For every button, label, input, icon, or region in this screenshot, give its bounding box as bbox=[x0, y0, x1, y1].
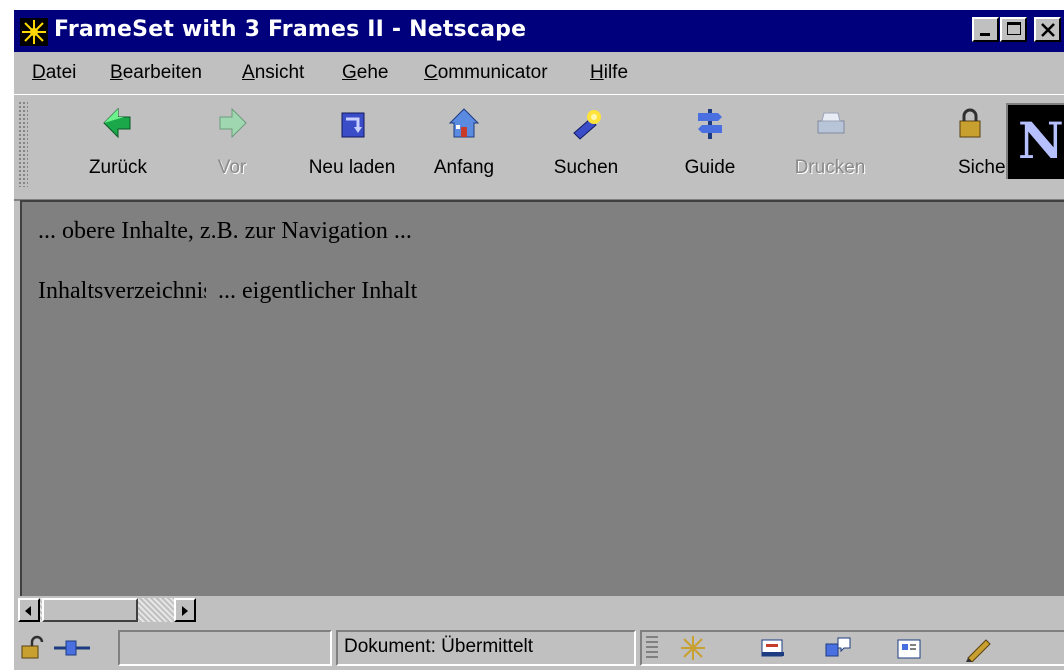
status-bar: Dokument: Übermittelt bbox=[14, 624, 1064, 670]
status-text: Dokument: Übermittelt bbox=[344, 636, 534, 657]
left-frame-text: Inhaltsverzeichnis bbox=[38, 278, 206, 304]
arrow-left-icon bbox=[25, 606, 31, 616]
minimize-icon bbox=[980, 33, 990, 36]
back-arrow-icon bbox=[103, 107, 131, 139]
left-frame-horizontal-scrollbar[interactable] bbox=[18, 598, 196, 622]
security-button[interactable]: Siche bbox=[900, 99, 1010, 191]
security-label: Siche bbox=[958, 157, 1006, 178]
composer-icon[interactable] bbox=[964, 634, 994, 662]
maximize-button[interactable] bbox=[1000, 17, 1027, 42]
navigation-toolbar: Zurück Vor Neu laden Anfang Suchen Guide… bbox=[14, 94, 1064, 201]
guide-button[interactable]: Guide bbox=[660, 99, 760, 191]
forward-arrow-icon bbox=[219, 107, 247, 139]
search-label: Suchen bbox=[553, 157, 619, 178]
maximize-icon bbox=[1007, 22, 1021, 35]
browser-window: FrameSet with 3 Frames II - Netscape Dat… bbox=[14, 10, 1064, 670]
menu-ansicht[interactable]: Ansicht bbox=[242, 62, 304, 84]
printer-icon bbox=[817, 112, 845, 134]
scroll-right-button[interactable] bbox=[174, 598, 196, 622]
forward-button[interactable]: Vor bbox=[182, 99, 282, 191]
address-book-icon[interactable] bbox=[894, 634, 924, 662]
netscape-app-icon[interactable] bbox=[20, 18, 48, 46]
scrollbar-thumb[interactable] bbox=[42, 598, 138, 622]
menu-communicator[interactable]: Communicator bbox=[424, 62, 548, 84]
guide-label: Guide bbox=[684, 157, 736, 178]
print-button[interactable]: Drucken bbox=[780, 99, 880, 191]
menu-datei[interactable]: Datei bbox=[32, 62, 76, 84]
top-frame-text: ... obere Inhalte, z.B. zur Navigation .… bbox=[38, 218, 412, 244]
security-padlock-icon[interactable] bbox=[18, 634, 48, 662]
window-title: FrameSet with 3 Frames II - Netscape bbox=[54, 17, 527, 42]
home-icon bbox=[448, 108, 480, 138]
search-button[interactable]: Suchen bbox=[536, 99, 636, 191]
arrow-right-icon bbox=[182, 606, 188, 616]
title-bar[interactable]: FrameSet with 3 Frames II - Netscape bbox=[14, 10, 1064, 52]
navigator-icon[interactable] bbox=[678, 634, 708, 662]
frameset-content: ... obere Inhalte, z.B. zur Navigation .… bbox=[20, 200, 1064, 596]
reload-icon bbox=[341, 112, 365, 138]
toolbar-grip-handle[interactable] bbox=[18, 101, 28, 187]
menu-gehe[interactable]: Gehe bbox=[342, 62, 388, 84]
scroll-left-button[interactable] bbox=[18, 598, 40, 622]
print-label: Drucken bbox=[794, 157, 866, 178]
netscape-logo[interactable]: N bbox=[1006, 103, 1064, 179]
minimize-button[interactable] bbox=[972, 17, 999, 42]
padlock-icon bbox=[959, 108, 981, 138]
signpost-icon bbox=[698, 109, 722, 139]
reload-label: Neu laden bbox=[308, 157, 396, 178]
mail-inbox-icon[interactable] bbox=[758, 634, 788, 662]
component-bar-grip[interactable] bbox=[646, 636, 658, 660]
menu-bar: Datei Bearbeiten Ansicht Gehe Communicat… bbox=[14, 56, 1064, 92]
connection-plug-icon[interactable] bbox=[52, 634, 92, 662]
main-frame-text: ... eigentlicher Inhalt bbox=[218, 278, 418, 304]
home-button[interactable]: Anfang bbox=[414, 99, 514, 191]
progress-panel bbox=[118, 630, 332, 666]
close-icon bbox=[1041, 23, 1055, 37]
menu-bearbeiten[interactable]: Bearbeiten bbox=[110, 62, 202, 84]
forward-label: Vor bbox=[217, 157, 247, 178]
discussion-groups-icon[interactable] bbox=[824, 634, 854, 662]
search-flashlight-icon bbox=[573, 110, 601, 140]
back-button[interactable]: Zurück bbox=[68, 99, 168, 191]
reload-button[interactable]: Neu laden bbox=[302, 99, 402, 191]
back-label: Zurück bbox=[88, 157, 148, 178]
close-button[interactable] bbox=[1034, 17, 1061, 42]
home-label: Anfang bbox=[433, 157, 495, 178]
menu-hilfe[interactable]: Hilfe bbox=[590, 62, 628, 84]
netscape-logo-letter: N bbox=[1018, 111, 1064, 170]
